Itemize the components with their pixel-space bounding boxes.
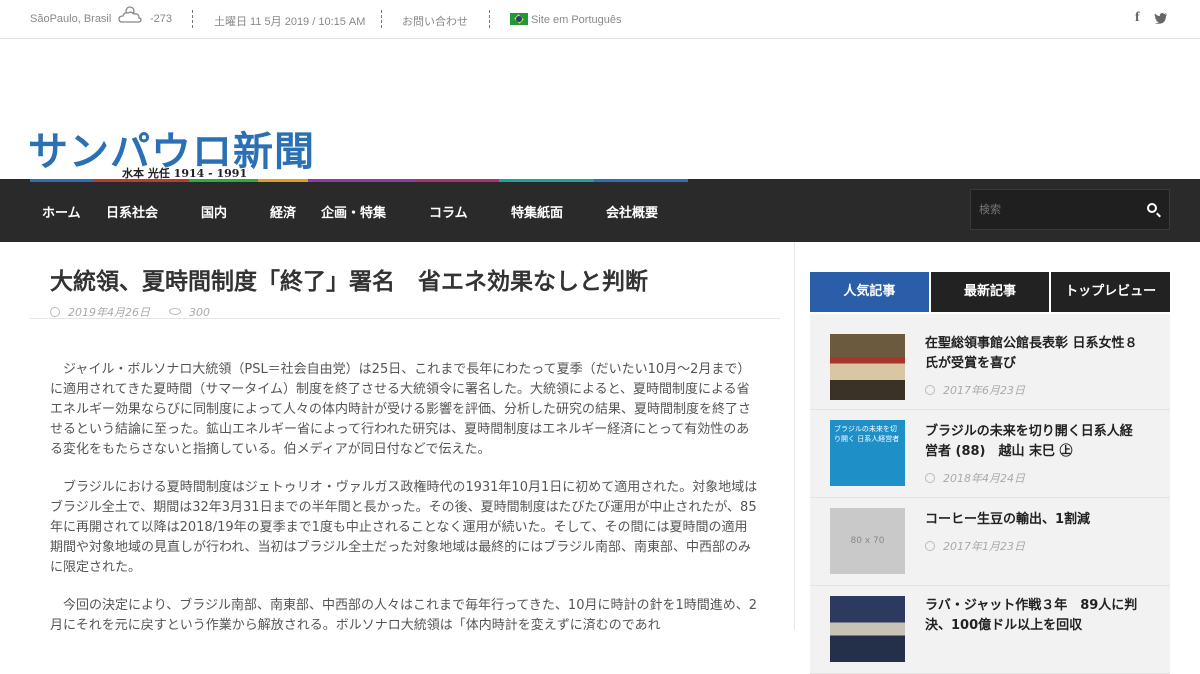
article-title: 大統領、夏時間制度「終了」署名 省エネ効果なしと判断 (50, 269, 648, 295)
top-bar: SãoPaulo, Brasil -273 土曜日 11 5月 2019 / 1… (0, 0, 1200, 39)
article-body: ジャイル・ボルソナロ大統領（PSL＝社会自由党）は25日、これまで長年にわたって… (50, 360, 760, 654)
main-navigation: ホーム 日系社会 国内 経済 企画・特集 コラム 特集紙面 会社概要 (0, 179, 1200, 242)
post-date-text: 2017年1月23日 (943, 540, 1025, 553)
clock-icon (925, 541, 935, 551)
post-thumbnail[interactable]: ブラジルの未来を切り開く 日系人経営者 (830, 420, 905, 486)
list-item[interactable]: 80 x 70 コーヒー生豆の輸出、1割減 2017年1月23日 (810, 498, 1170, 586)
nav-label: 日系社会 (106, 206, 159, 221)
post-date: 2018年4月24日 (925, 470, 1025, 486)
nav-item-column[interactable]: コラム (416, 179, 499, 242)
post-date: 2017年1月23日 (925, 538, 1025, 554)
clock-icon (50, 307, 60, 317)
nav-label: 会社概要 (606, 206, 659, 221)
article-paragraph: ブラジルにおける夏時間制度はジェトゥリオ・ヴァルガス政権時代の1931年10月1… (50, 480, 758, 575)
clock-icon (925, 385, 935, 395)
title-divider (30, 318, 780, 319)
nav-label: 特集紙面 (511, 206, 564, 221)
twitter-icon[interactable] (1154, 11, 1168, 27)
tab-latest[interactable]: 最新記事 (930, 272, 1050, 312)
post-title[interactable]: ラバ・ジャット作戦３年 89人に判決、100億ドル以上を回収 (925, 596, 1145, 636)
weather-cloud-icon (117, 4, 143, 29)
post-thumbnail[interactable] (830, 596, 905, 662)
nav-item-home[interactable]: ホーム (30, 179, 93, 242)
nav-item-nikkei[interactable]: 日系社会 (93, 179, 189, 242)
sidebar-tabs: 人気記事 最新記事 トップレビュー (810, 272, 1171, 312)
post-thumbnail[interactable] (830, 334, 905, 400)
nav-label: 企画・特集 (321, 206, 387, 221)
list-item[interactable]: 在聖総領事館公館長表彰 日系女性８氏が受賞を喜び 2017年6月23日 (810, 314, 1170, 410)
language-label: Site em Português (531, 14, 622, 26)
post-title[interactable]: コーヒー生豆の輸出、1割減 (925, 510, 1145, 530)
article-paragraph: 今回の決定により、ブラジル南部、南東部、中西部の人々はこれまで毎年行ってきた、1… (50, 598, 758, 633)
location-text: SãoPaulo, Brasil (30, 13, 112, 25)
nav-label: 国内 (201, 206, 228, 221)
contact-link[interactable]: お問い合わせ (402, 13, 468, 29)
thumbnail-caption: ブラジルの未来を切り開く 日系人経営者 (834, 425, 900, 443)
post-thumbnail[interactable]: 80 x 70 (830, 508, 905, 574)
topbar-divider (192, 10, 193, 28)
thumbnail-placeholder: 80 x 70 (850, 536, 885, 546)
clock-icon (925, 473, 935, 483)
post-title[interactable]: 在聖総領事館公館長表彰 日系女性８氏が受賞を喜び (925, 334, 1145, 374)
nav-item-domestic[interactable]: 国内 (189, 179, 258, 242)
nav-item-special-paper[interactable]: 特集紙面 (499, 179, 594, 242)
post-date: 2017年6月23日 (925, 382, 1025, 398)
nav-label: ホーム (42, 206, 81, 221)
nav-label: 経済 (270, 206, 297, 221)
nav-item-economy[interactable]: 経済 (258, 179, 308, 242)
list-item[interactable]: ラバ・ジャット作戦３年 89人に判決、100億ドル以上を回収 (810, 586, 1170, 674)
language-link[interactable]: Site em Português (510, 13, 622, 26)
topbar-divider (381, 10, 382, 28)
search-input[interactable] (979, 190, 1139, 229)
post-date-text: 2017年6月23日 (943, 384, 1025, 397)
post-title[interactable]: ブラジルの未来を切り開く日系人経営者 (88) 越山 末巳 ㊤ (925, 422, 1145, 462)
tab-top-review[interactable]: トップレビュー (1051, 272, 1171, 312)
search-box (970, 189, 1170, 230)
article-paragraph: ジャイル・ボルソナロ大統領（PSL＝社会自由党）は25日、これまで長年にわたって… (50, 362, 751, 457)
site-header: サンパウロ新聞 水本 光任 1914 - 1991 (0, 39, 1200, 180)
nav-label: コラム (429, 206, 468, 221)
article-area: 大統領、夏時間制度「終了」署名 省エネ効果なしと判断 2019年4月26日 30… (0, 242, 795, 633)
list-item[interactable]: ブラジルの未来を切り開く 日系人経営者 ブラジルの未来を切り開く日系人経営者 (… (810, 410, 1170, 498)
temperature-text: -273 (150, 13, 173, 25)
nav-item-company[interactable]: 会社概要 (594, 179, 688, 242)
facebook-icon[interactable]: f (1135, 10, 1140, 26)
nav-item-features[interactable]: 企画・特集 (308, 179, 416, 242)
topbar-divider (489, 10, 490, 28)
search-icon[interactable] (1147, 203, 1157, 213)
post-date-text: 2018年4月24日 (943, 472, 1025, 485)
eye-icon (169, 308, 181, 315)
date-time-text: 土曜日 11 5月 2019 / 10:15 AM (214, 16, 366, 28)
tab-popular[interactable]: 人気記事 (810, 272, 929, 312)
popular-post-list: 在聖総領事館公館長表彰 日系女性８氏が受賞を喜び 2017年6月23日 ブラジル… (810, 314, 1170, 674)
brazil-flag-icon (510, 13, 528, 25)
sidebar-widget: 人気記事 最新記事 トップレビュー 在聖総領事館公館長表彰 日系女性８氏が受賞を… (810, 272, 1171, 674)
